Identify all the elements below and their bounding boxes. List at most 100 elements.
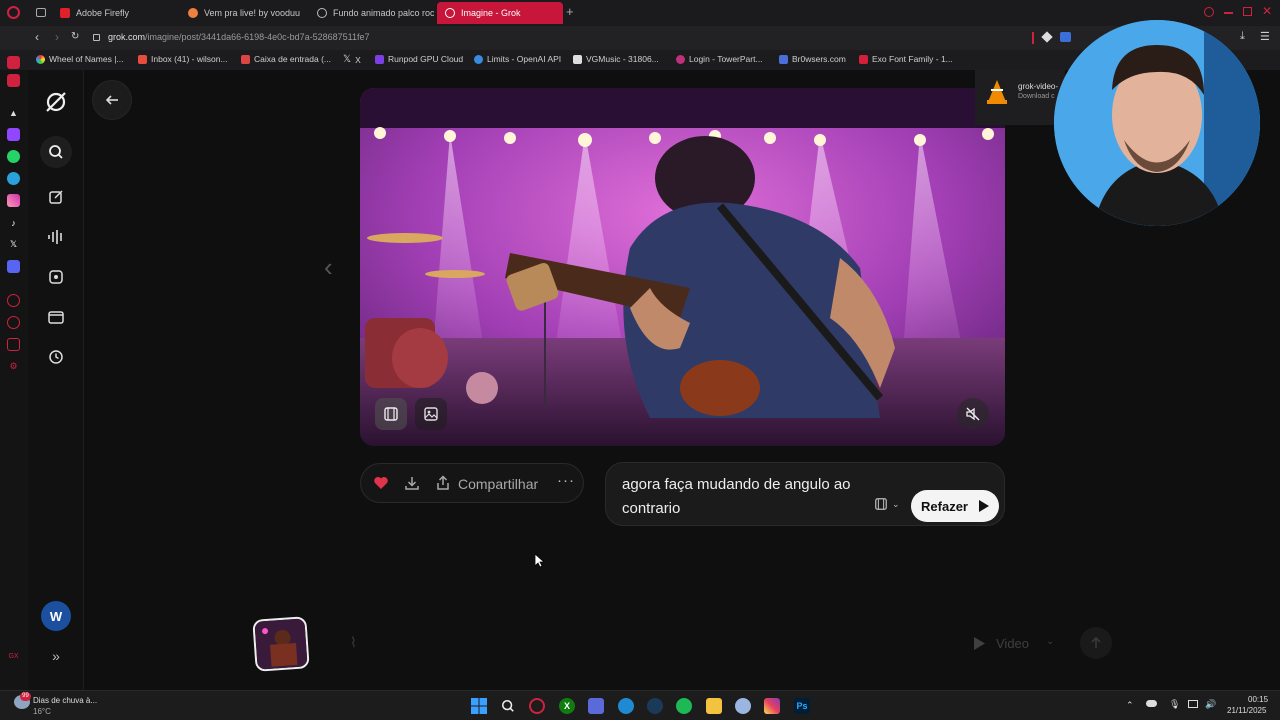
history-icon[interactable] bbox=[7, 316, 20, 329]
prompt-box[interactable]: agora faça mudando de angulo ao contrari… bbox=[605, 462, 1005, 526]
opera-logo-icon[interactable] bbox=[7, 6, 20, 19]
tab-fundo-animado[interactable]: Fundo animado palco roc bbox=[309, 2, 434, 24]
bookmark-wheel-of-names[interactable]: Wheel of Names |... bbox=[36, 54, 123, 64]
app-swirl-icon[interactable] bbox=[735, 698, 751, 714]
profile-avatar[interactable]: W bbox=[41, 601, 71, 631]
new-chat-icon[interactable] bbox=[46, 187, 66, 207]
new-tab-button[interactable]: + bbox=[566, 4, 578, 20]
mic-icon[interactable]: 🎙 bbox=[1169, 699, 1180, 710]
share-button[interactable]: Compartilhar bbox=[458, 476, 538, 492]
weather-title[interactable]: Dias de chuva à... bbox=[33, 696, 97, 705]
clock-date[interactable]: 21/11/2025 bbox=[1227, 706, 1266, 715]
x-icon[interactable]: 𝕏 bbox=[7, 238, 20, 251]
opera-gx-icon[interactable] bbox=[529, 698, 545, 714]
extension-diamond-icon[interactable] bbox=[1041, 31, 1053, 43]
app-icon[interactable] bbox=[588, 698, 604, 714]
edge-icon[interactable] bbox=[618, 698, 634, 714]
voice-icon[interactable] bbox=[46, 227, 66, 247]
xbox-icon[interactable]: X bbox=[559, 698, 575, 714]
tab-imagine-grok[interactable]: Imagine - Grok bbox=[437, 2, 563, 24]
volume-icon[interactable]: 🔊 bbox=[1205, 699, 1216, 710]
previous-media-icon[interactable]: ‹ bbox=[324, 252, 333, 283]
gx-icon[interactable]: GX bbox=[7, 650, 20, 663]
bookmark-exo-font[interactable]: Exo Font Family - 1... bbox=[859, 54, 953, 64]
steam-icon[interactable] bbox=[647, 698, 663, 714]
bookmark-openai-limits[interactable]: Limits - OpenAI API bbox=[474, 54, 561, 64]
search-tabs-icon[interactable] bbox=[1204, 7, 1214, 17]
thumbnail-image[interactable] bbox=[252, 616, 310, 672]
search-icon[interactable] bbox=[40, 136, 72, 168]
windows-start-icon[interactable] bbox=[471, 698, 487, 714]
image-mode-button[interactable] bbox=[415, 398, 447, 430]
tab-menu-icon[interactable] bbox=[36, 8, 46, 17]
expand-sidebar-icon[interactable]: » bbox=[46, 646, 66, 666]
photoshop-icon[interactable]: Ps bbox=[794, 698, 810, 714]
reload-icon[interactable]: ↻ bbox=[71, 31, 79, 42]
like-button[interactable] bbox=[373, 475, 389, 496]
extension-icon[interactable] bbox=[1032, 32, 1034, 44]
minimize-button[interactable] bbox=[1224, 12, 1233, 14]
chatgpt-icon bbox=[317, 8, 327, 18]
mail-icon bbox=[138, 54, 147, 64]
translate-icon[interactable] bbox=[1060, 32, 1071, 42]
download-button[interactable] bbox=[404, 475, 420, 496]
projects-icon[interactable] bbox=[46, 307, 66, 327]
twitch-icon[interactable] bbox=[7, 128, 20, 141]
search-icon[interactable] bbox=[500, 698, 516, 714]
spotify-icon[interactable] bbox=[676, 698, 692, 714]
show-hidden-icons[interactable]: ⌃ bbox=[1126, 700, 1134, 711]
network-icon[interactable] bbox=[1188, 700, 1198, 708]
close-window-button[interactable]: ✕ bbox=[1262, 4, 1272, 18]
settings-icon[interactable]: ⚙ bbox=[7, 360, 20, 373]
tiktok-icon[interactable]: ♪ bbox=[7, 216, 20, 229]
menu-icon[interactable]: ☰ bbox=[1260, 30, 1270, 43]
download-popup[interactable]: grok-video- Download c bbox=[975, 70, 1065, 125]
messenger-icon[interactable] bbox=[7, 74, 20, 87]
instagram-icon[interactable] bbox=[764, 698, 780, 714]
downloads-icon[interactable]: ⤓ bbox=[1240, 30, 1245, 43]
telegram-icon[interactable] bbox=[7, 172, 20, 185]
imagine-icon[interactable] bbox=[46, 267, 66, 287]
redo-button[interactable]: Refazer bbox=[911, 490, 999, 522]
bookmark-x[interactable]: 𝕏X bbox=[343, 54, 361, 65]
back-button[interactable] bbox=[92, 80, 132, 120]
pinboard-icon[interactable] bbox=[7, 338, 20, 351]
grok-sidebar: W » bbox=[28, 70, 84, 690]
forward-icon[interactable]: › bbox=[55, 30, 59, 44]
generated-media[interactable] bbox=[360, 88, 1005, 446]
file-explorer-icon[interactable] bbox=[706, 698, 722, 714]
player-icon[interactable] bbox=[7, 294, 20, 307]
tab-live[interactable]: Vem pra live! by vooduu bbox=[180, 2, 305, 24]
submit-button[interactable] bbox=[1080, 627, 1112, 659]
bookmark-inbox[interactable]: Inbox (41) - wilson... bbox=[138, 54, 228, 64]
history-icon[interactable] bbox=[46, 347, 66, 367]
video-mode-button[interactable] bbox=[375, 398, 407, 430]
whatsapp-icon[interactable] bbox=[7, 150, 20, 163]
bookmark-runpod[interactable]: Runpod GPU Cloud bbox=[375, 54, 463, 64]
instagram-icon[interactable] bbox=[7, 194, 20, 207]
vgmusic-icon bbox=[573, 54, 582, 64]
discord-icon[interactable] bbox=[7, 260, 20, 273]
back-icon[interactable]: ‹ bbox=[35, 30, 39, 44]
prompt-text[interactable]: agora faça mudando de angulo ao contrari… bbox=[622, 473, 892, 521]
bookmark-br0wsers[interactable]: Br0wsers.com bbox=[779, 54, 846, 64]
bookmark-towerpart[interactable]: Login - TowerPart... bbox=[676, 54, 763, 64]
bookmark-vgmusic[interactable]: VGMusic - 31806... bbox=[573, 54, 659, 64]
video-mode-select[interactable]: Video bbox=[996, 636, 1029, 651]
tab-adobe-firefly[interactable]: Adobe Firefly bbox=[52, 2, 172, 24]
grok-logo-icon[interactable] bbox=[44, 90, 68, 114]
share-icon[interactable] bbox=[435, 475, 451, 496]
more-options-icon[interactable]: ··· bbox=[557, 472, 575, 489]
w-logo-icon: W bbox=[49, 608, 63, 624]
url-field[interactable]: grok.com/imagine/post/3441da66-6198-4e0c… bbox=[108, 32, 370, 42]
bookmark-caixa-entrada[interactable]: Caixa de entrada (... bbox=[241, 54, 331, 64]
mute-button[interactable] bbox=[957, 398, 989, 430]
maximize-button[interactable] bbox=[1243, 7, 1252, 16]
clock-time[interactable]: 00:15 bbox=[1248, 695, 1268, 704]
attach-icon[interactable]: ⌇ bbox=[350, 634, 357, 651]
media-type-select[interactable]: ⌄ bbox=[874, 497, 900, 511]
aria-icon[interactable] bbox=[7, 56, 20, 69]
concert-illustration bbox=[360, 88, 1005, 446]
onedrive-icon[interactable] bbox=[1146, 700, 1157, 707]
ai-icon[interactable]: ▲ bbox=[7, 106, 20, 119]
